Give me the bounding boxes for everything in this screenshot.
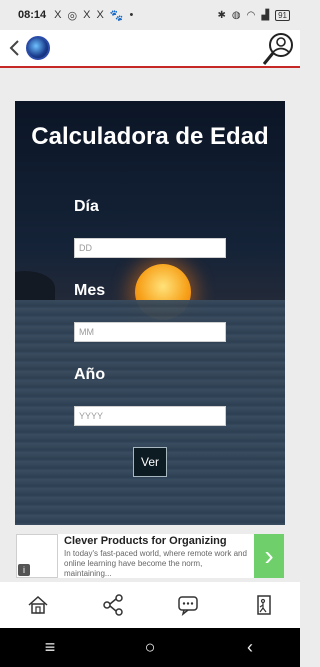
exit-icon bbox=[256, 595, 271, 615]
system-back-button[interactable]: ‹ bbox=[235, 633, 265, 663]
exit-button[interactable] bbox=[248, 590, 278, 620]
ad-image[interactable]: i bbox=[16, 534, 58, 578]
status-bar: 08:14 X ◎ X X 🐾 • ✱ ◍ ◠ ▟ 91 bbox=[0, 0, 300, 30]
x-notification-icon: X bbox=[83, 9, 91, 21]
wifi-icon: ◠ bbox=[246, 9, 256, 21]
ad-description: In today's fast-paced world, where remot… bbox=[64, 549, 247, 578]
back-button[interactable] bbox=[4, 29, 24, 67]
back-arrow-icon: ‹ bbox=[247, 637, 253, 657]
year-input[interactable] bbox=[74, 406, 226, 426]
home-icon bbox=[28, 595, 47, 614]
month-input[interactable] bbox=[74, 322, 226, 342]
circle-notification-icon: ◎ bbox=[67, 9, 78, 22]
circle-home-icon: ○ bbox=[144, 637, 156, 657]
page-title: Calculadora de Edad bbox=[31, 123, 269, 150]
info-icon[interactable]: i bbox=[18, 564, 30, 576]
day-input[interactable] bbox=[74, 238, 226, 258]
mute-icon: ◍ bbox=[231, 9, 241, 21]
globe-logo-icon[interactable] bbox=[26, 36, 50, 60]
recents-icon: ≡ bbox=[44, 637, 56, 657]
status-time: 08:14 bbox=[18, 9, 47, 21]
system-home-button[interactable]: ○ bbox=[135, 633, 165, 663]
person-search-button[interactable] bbox=[260, 32, 296, 68]
bottom-nav bbox=[0, 582, 300, 628]
chevron-left-icon bbox=[9, 40, 19, 56]
ad-title[interactable]: Clever Products for Organizing bbox=[64, 535, 250, 547]
x-notification-icon: X bbox=[54, 9, 62, 21]
chat-icon bbox=[177, 596, 198, 616]
system-status-icons: ✱ ◍ ◠ ▟ 91 bbox=[217, 9, 290, 21]
ad-open-button[interactable]: › bbox=[254, 534, 284, 578]
chevron-right-icon: › bbox=[264, 540, 274, 571]
share-icon bbox=[102, 594, 123, 616]
signal-icon: ▟ bbox=[261, 9, 270, 21]
notification-icons: X ◎ X X 🐾 • bbox=[54, 9, 133, 22]
home-button[interactable] bbox=[23, 590, 53, 620]
ver-button[interactable]: Ver bbox=[133, 447, 167, 477]
bluetooth-icon: ✱ bbox=[217, 9, 226, 21]
chat-button[interactable] bbox=[173, 590, 203, 620]
battery-icon: 91 bbox=[275, 9, 290, 21]
paw-notification-icon: 🐾 bbox=[109, 9, 124, 22]
ad-text[interactable]: Clever Products for Organizing In today'… bbox=[58, 534, 254, 578]
share-button[interactable] bbox=[98, 590, 128, 620]
month-label: Mes bbox=[74, 282, 106, 299]
recents-button[interactable]: ≡ bbox=[35, 633, 65, 663]
dot-notification-icon: • bbox=[129, 9, 134, 21]
x-notification-icon: X bbox=[96, 9, 104, 21]
person-search-icon bbox=[262, 33, 293, 65]
app-bar bbox=[0, 30, 300, 68]
system-nav-bar: ≡ ○ ‹ bbox=[0, 628, 300, 667]
year-label: Año bbox=[74, 366, 106, 383]
day-label: Día bbox=[74, 198, 99, 215]
age-calculator-card: Calculadora de Edad Día Mes Año Ver bbox=[15, 101, 285, 525]
ad-banner[interactable]: i Clever Products for Organizing In toda… bbox=[16, 534, 284, 578]
